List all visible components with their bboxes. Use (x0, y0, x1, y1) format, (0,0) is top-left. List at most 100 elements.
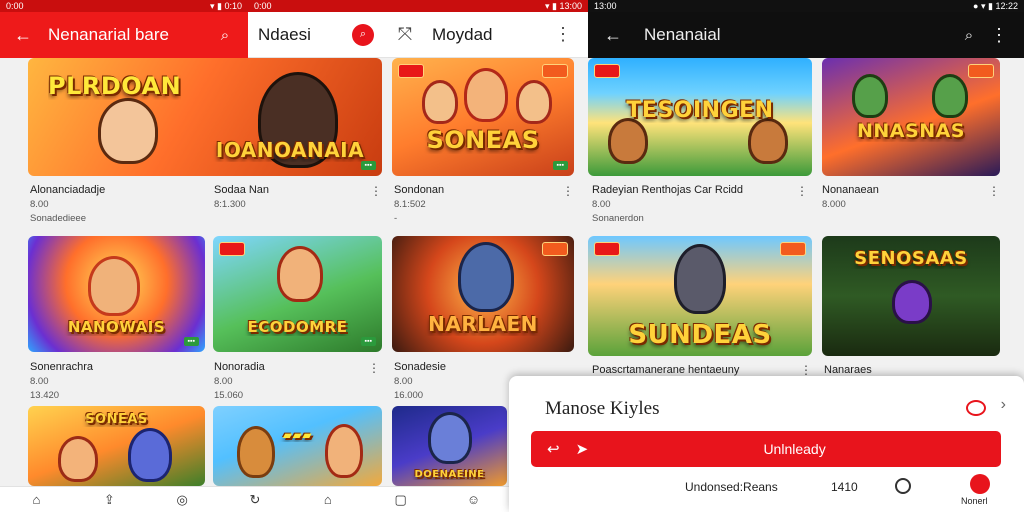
window-icon[interactable]: ▢ (391, 490, 411, 510)
tile-art-10: NNASNAS (822, 58, 1000, 176)
more-vert-icon[interactable]: ⋮ (370, 184, 382, 198)
appbar-secondary: Ndaesi ⌕ ⤧ Moydad ⋮ (248, 12, 588, 58)
game-rating: 8.1:502 (394, 199, 426, 210)
avatar-red[interactable] (970, 474, 990, 494)
status-time-left: 0:00 (6, 1, 24, 11)
app-root: 0:00 ▾ ▮ 0:10 0:00 ▾ ▮ 13:00 13:00 ● ▾ ▮… (0, 0, 1024, 512)
game-name: Nonoradia (214, 361, 265, 373)
tile-art-2: NANOWAIS ▪▪▪ (28, 236, 205, 352)
game-name: Poascrtamanerane hentaeuny (592, 364, 740, 376)
tertiary-title: Moydad (432, 24, 493, 44)
status-time-middle: 0:00 (254, 1, 272, 11)
character-art (428, 412, 472, 464)
game-subtitle: Sonadedieee (30, 213, 86, 224)
character-art (98, 98, 158, 164)
tile-logo-text: ▰▰▰ (282, 428, 313, 442)
character-art (88, 256, 140, 316)
game-name: Sonenrachra (30, 361, 93, 373)
cast-icon[interactable]: ⤧ (390, 20, 420, 50)
character-art (128, 428, 172, 482)
back-arrow-icon[interactable]: ← (8, 20, 38, 50)
game-tile-5[interactable]: ▰▰▰ (213, 406, 382, 486)
explore-icon[interactable]: ◎ (172, 490, 192, 510)
tile-logo-text: SUNDEAS (628, 320, 772, 350)
game-tile-3[interactable]: ECODOMRE ▪▪▪ (213, 236, 382, 352)
character-art (516, 80, 552, 124)
search-icon-red[interactable]: ⌕ (352, 23, 374, 46)
game-name: Sondonan (394, 184, 445, 196)
tile-art-3: ECODOMRE ▪▪▪ (213, 236, 382, 352)
page-title: Nenanarial bare (48, 25, 169, 44)
game-tile-7[interactable]: NARLAEN (392, 236, 574, 352)
game-tile-12[interactable]: SENOSAAS (822, 236, 1000, 356)
sheet-primary-button[interactable]: ↩ ➤ Unlnleady (531, 431, 1001, 467)
footer-value: 1410 (831, 480, 858, 494)
tile-art-6: SONEAS ▪▪▪ (392, 58, 574, 176)
tile-tag: ▪▪▪ (552, 161, 568, 170)
game-rating: 8.00 (214, 376, 233, 387)
bottom-navigation: ⌂ ⇪ ◎ ↻ ⌂ ▢ ☺ (0, 486, 510, 512)
more-vert-icon[interactable]: ⋮ (796, 184, 808, 198)
more-vert-icon[interactable]: ⋮ (562, 184, 574, 198)
tile-badge (542, 242, 568, 256)
game-tile-9[interactable]: TESOINGEN (588, 58, 812, 176)
game-subtitle: 15.060 (214, 390, 244, 401)
more-vert-icon[interactable]: ⋮ (368, 361, 380, 375)
search-icon[interactable]: ⌕ (210, 20, 240, 50)
character-art (458, 242, 514, 312)
upload-icon[interactable]: ⇪ (99, 490, 119, 510)
game-tile-1[interactable]: PLRDOAN IOANOANAIA ▪▪▪ (28, 58, 382, 176)
game-rating: 8:1.300 (214, 199, 246, 210)
tile-tag: ▪▪▪ (360, 337, 376, 346)
tile-logo-text: IOANOANAIA (215, 138, 365, 162)
game-tile-6[interactable]: SONEAS ▪▪▪ (392, 58, 574, 176)
profile-icon[interactable]: ☺ (463, 490, 483, 510)
more-vert-icon[interactable]: ⋮ (548, 20, 578, 50)
game-meta-5: Sondonan 8.1:502 - (394, 184, 444, 224)
game-tile-10[interactable]: NNASNAS (822, 58, 1000, 176)
tile-badge (594, 64, 620, 78)
status-bar-middle: 0:00 ▾ ▮ 13:00 (248, 0, 588, 12)
game-rating: 8.00 (592, 199, 611, 210)
tile-art-5: ▰▰▰ (213, 406, 382, 486)
more-vert-icon[interactable]: ⋮ (988, 184, 1000, 198)
game-meta-2: Sodaa Nan 8:1.300 (214, 184, 269, 210)
game-rating: 8.00 (394, 376, 413, 387)
refresh-icon[interactable]: ↻ (245, 490, 265, 510)
tile-art-7: NARLAEN (392, 236, 574, 352)
tile-art-11: SUNDEAS (588, 236, 812, 356)
game-rating: 8.000 (822, 199, 846, 210)
game-meta-4: Nonoradia 8.00 15.060 (214, 361, 265, 401)
status-icons-right: ● ▾ ▮ 12:22 (973, 1, 1018, 11)
more-vert-icon-dark[interactable]: ⋮ (984, 20, 1014, 50)
game-name: Sodaa Nan (214, 184, 270, 196)
game-subtitle: - (394, 213, 398, 224)
timer-icon[interactable] (895, 478, 911, 494)
tile-badge (594, 242, 620, 256)
tile-logo-text: NARLAEN (428, 311, 538, 336)
game-tile-8[interactable]: DOENAEINE (392, 406, 507, 486)
game-tile-2[interactable]: NANOWAIS ▪▪▪ (28, 236, 205, 352)
more-vert-icon[interactable]: ⋮ (800, 363, 812, 377)
library-icon[interactable]: ⌂ (318, 490, 338, 510)
status-bar-left: 0:00 ▾ ▮ 0:10 (0, 0, 248, 12)
tile-logo-text: NNASNAS (857, 120, 965, 142)
appbar-primary: ← Nenanarial bare ⌕ (0, 12, 248, 58)
status-bar-right: 13:00 ● ▾ ▮ 12:22 (588, 0, 1024, 12)
home-icon[interactable]: ⌂ (26, 490, 46, 510)
game-tile-4[interactable]: SONEAS (28, 406, 205, 486)
character-art (58, 436, 98, 482)
search-icon-dark[interactable]: ⌕ (954, 20, 984, 50)
game-name: Sonadesie (394, 361, 446, 373)
tile-logo-text: SONEAS (426, 126, 540, 154)
game-name: Nonanaean (822, 184, 879, 196)
back-arrow-icon-dark[interactable]: ← (598, 20, 628, 50)
comment-icon[interactable] (966, 400, 986, 416)
game-tile-11[interactable]: SUNDEAS (588, 236, 812, 356)
tile-logo-text: ECODOMRE (247, 317, 348, 336)
status-time-mid-right: 13:00 (559, 1, 582, 11)
sheet-button-label: Unlnleady (763, 441, 826, 457)
chevron-right-icon[interactable]: › (1001, 396, 1006, 414)
game-subtitle: Sonanerdon (592, 213, 644, 224)
tile-art-9: TESOINGEN (588, 58, 812, 176)
